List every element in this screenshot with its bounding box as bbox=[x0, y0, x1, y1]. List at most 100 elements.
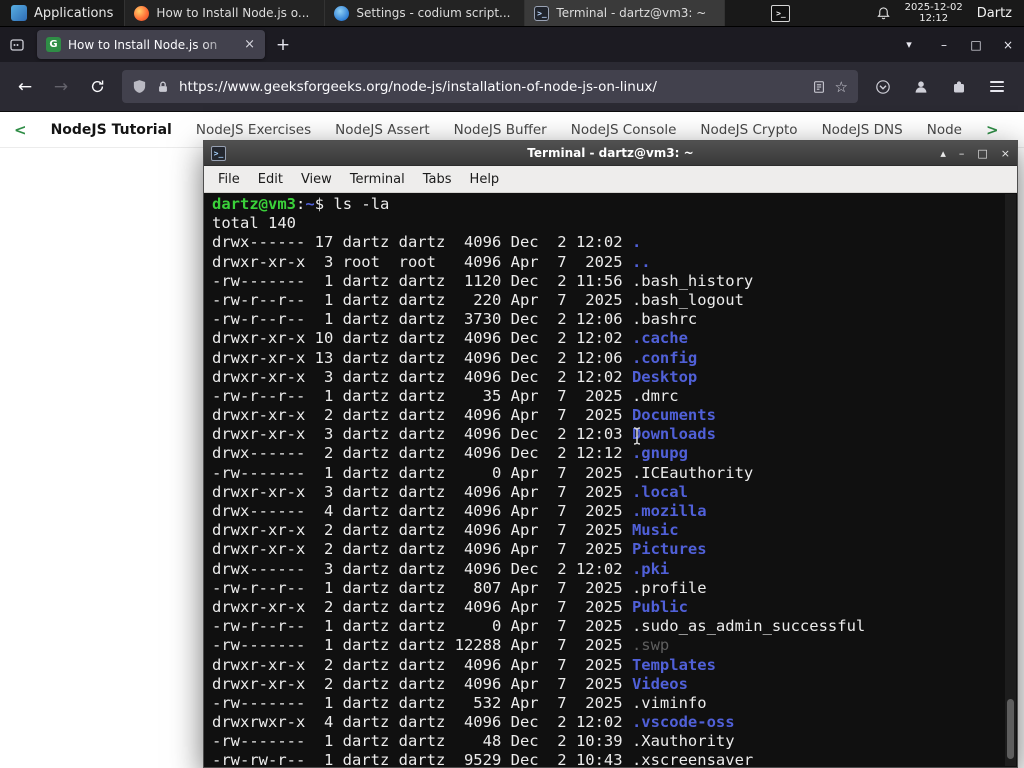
pocket-icon[interactable] bbox=[866, 70, 900, 104]
site-nav-active-item[interactable]: NodeJS Tutorial bbox=[51, 122, 172, 138]
terminal-line: drwxr-xr-x 2 dartz dartz 4096 Apr 7 2025… bbox=[212, 597, 688, 616]
system-tray: >_ bbox=[771, 0, 791, 26]
site-nav-item[interactable]: NodeJS Exercises bbox=[196, 122, 311, 138]
extensions-icon[interactable] bbox=[942, 70, 976, 104]
terminal-line: -rw------- 1 dartz dartz 48 Dec 2 10:39 … bbox=[212, 732, 735, 751]
directory-name: Videos bbox=[631, 674, 688, 693]
directory-name: . bbox=[631, 233, 642, 252]
terminal-line: -rw-r--r-- 1 dartz dartz 807 Apr 7 2025 … bbox=[212, 578, 707, 597]
terminal-title: Terminal - dartz@vm3: ~ bbox=[527, 146, 694, 160]
terminal-window: >_ Terminal - dartz@vm3: ~ ▴ – □ × File E… bbox=[203, 140, 1018, 768]
applications-label: Applications bbox=[34, 5, 114, 21]
applications-icon bbox=[11, 5, 27, 21]
terminal-menu-help[interactable]: Help bbox=[461, 172, 509, 187]
terminal-line: drwxr-xr-x 2 dartz dartz 4096 Apr 7 2025… bbox=[212, 674, 688, 693]
url-text[interactable]: https://www.geeksforgeeks.org/node-js/in… bbox=[179, 79, 803, 95]
nav-scroll-right-icon[interactable]: > bbox=[986, 121, 999, 139]
directory-name: Pictures bbox=[631, 540, 707, 559]
terminal-line: drwxr-xr-x 3 root root 4096 Apr 7 2025 .… bbox=[212, 252, 651, 271]
terminal-line: -rw------- 1 dartz dartz 1120 Dec 2 11:5… bbox=[212, 271, 754, 290]
codium-icon bbox=[334, 5, 350, 21]
browser-tab[interactable]: G How to Install Node.js on × bbox=[37, 30, 265, 59]
terminal-menu-view[interactable]: View bbox=[292, 172, 341, 187]
site-nav-item[interactable]: NodeJS Console bbox=[571, 122, 677, 138]
lock-icon[interactable] bbox=[156, 80, 170, 94]
terminal-line: -rw------- 1 dartz dartz 532 Apr 7 2025 … bbox=[212, 693, 707, 712]
terminal-line: drwx------ 2 dartz dartz 4096 Dec 2 12:1… bbox=[212, 444, 688, 463]
terminal-line: drwxr-xr-x 2 dartz dartz 4096 Apr 7 2025… bbox=[212, 406, 716, 425]
site-nav-item[interactable]: Node bbox=[927, 122, 962, 138]
new-tab-button[interactable]: + bbox=[268, 30, 298, 59]
tab-close-icon[interactable]: × bbox=[243, 37, 256, 52]
terminal-menu-terminal[interactable]: Terminal bbox=[341, 172, 414, 187]
terminal-shade-button[interactable]: ▴ bbox=[940, 147, 946, 160]
taskbar-window-button[interactable]: Settings - codium script... bbox=[325, 0, 526, 26]
list-all-tabs-icon[interactable]: ▾ bbox=[890, 27, 928, 62]
reload-button[interactable] bbox=[80, 70, 114, 104]
terminal-line: -rw-rw-r-- 1 dartz dartz 9529 Dec 2 10:4… bbox=[212, 751, 1001, 767]
taskbar-window-button[interactable]: How to Install Node.js o... bbox=[125, 0, 326, 26]
notifications-bell-icon[interactable] bbox=[876, 6, 891, 21]
terminal-scrollbar[interactable] bbox=[1005, 194, 1016, 766]
directory-name: .config bbox=[631, 348, 698, 367]
tab-title: How to Install Node.js on bbox=[68, 37, 218, 52]
applications-menu[interactable]: Applications bbox=[0, 0, 126, 26]
terminal-menu-file[interactable]: File bbox=[209, 172, 249, 187]
file-name: .dmrc bbox=[631, 386, 679, 405]
back-button[interactable]: ← bbox=[8, 70, 42, 104]
directory-name: .local bbox=[631, 482, 688, 501]
terminal-maximize-button[interactable]: □ bbox=[977, 147, 987, 160]
user-menu[interactable]: Dartz bbox=[977, 6, 1014, 21]
terminal-line: drwxr-xr-x 3 dartz dartz 4096 Dec 2 12:0… bbox=[212, 367, 698, 386]
tray-terminal-icon[interactable]: >_ bbox=[771, 4, 791, 22]
terminal-titlebar[interactable]: >_ Terminal - dartz@vm3: ~ ▴ – □ × bbox=[204, 141, 1017, 166]
browser-close-button[interactable]: × bbox=[992, 27, 1024, 62]
directory-name: Music bbox=[631, 521, 679, 540]
taskbar-right: 2025-12-02 12:12 Dartz bbox=[876, 0, 1024, 26]
directory-name: Public bbox=[631, 597, 688, 616]
bookmark-star-icon[interactable]: ☆ bbox=[835, 78, 848, 96]
terminal-line: drwxr-xr-x 2 dartz dartz 4096 Apr 7 2025… bbox=[212, 521, 679, 540]
browser-maximize-button[interactable]: □ bbox=[960, 27, 992, 62]
terminal-total-line: total 140 bbox=[212, 214, 296, 233]
account-icon[interactable] bbox=[904, 70, 938, 104]
directory-name: .mozilla bbox=[631, 502, 707, 520]
file-name: .xscreensaver bbox=[631, 751, 754, 767]
terminal-minimize-button[interactable]: – bbox=[959, 147, 965, 160]
terminal-scrollbar-thumb[interactable] bbox=[1007, 699, 1014, 759]
terminal-line: drwx------ 3 dartz dartz 4096 Dec 2 12:0… bbox=[212, 559, 670, 578]
toolbar-right-icons bbox=[866, 70, 1016, 104]
file-name: .bashrc bbox=[631, 310, 698, 329]
nav-scroll-left-icon[interactable]: < bbox=[14, 121, 27, 139]
tab-favicon: G bbox=[46, 37, 61, 52]
site-nav-item[interactable]: NodeJS Assert bbox=[335, 122, 430, 138]
clock[interactable]: 2025-12-02 12:12 bbox=[905, 2, 963, 24]
terminal-menu-tabs[interactable]: Tabs bbox=[414, 172, 461, 187]
terminal-line: drwxr-xr-x 3 dartz dartz 4096 Apr 7 2025… bbox=[212, 482, 688, 501]
directory-name: .gnupg bbox=[631, 444, 688, 463]
terminal-line: drwxr-xr-x 3 dartz dartz 4096 Dec 2 12:0… bbox=[212, 425, 716, 444]
terminal-output[interactable]: dartz@vm3:~$ ls -la total 140 drwx------… bbox=[204, 193, 1017, 767]
taskbar: Applications How to Install Node.js o...… bbox=[0, 0, 1024, 27]
site-nav-item[interactable]: NodeJS Crypto bbox=[700, 122, 797, 138]
taskbar-window-label: Settings - codium script... bbox=[356, 6, 511, 20]
browser-minimize-button[interactable]: – bbox=[928, 27, 960, 62]
shield-icon[interactable] bbox=[132, 79, 147, 94]
terminal-line: drwxr-xr-x 10 dartz dartz 4096 Dec 2 12:… bbox=[212, 329, 688, 348]
file-name: .profile bbox=[631, 578, 707, 597]
file-name: .ICEauthority bbox=[631, 463, 754, 482]
directory-name: Downloads bbox=[631, 425, 716, 444]
taskbar-window-button[interactable]: >_ Terminal - dartz@vm3: ~ bbox=[525, 0, 726, 26]
terminal-line: drwxrwxr-x 4 dartz dartz 4096 Dec 2 12:0… bbox=[212, 713, 735, 732]
site-nav-item[interactable]: NodeJS Buffer bbox=[454, 122, 547, 138]
firefox-view-icon[interactable] bbox=[0, 27, 34, 62]
reader-view-icon[interactable] bbox=[812, 80, 826, 94]
file-name: .bash_logout bbox=[631, 290, 744, 309]
terminal-menu-edit[interactable]: Edit bbox=[249, 172, 292, 187]
terminal-close-button[interactable]: × bbox=[1001, 147, 1010, 160]
menu-hamburger-icon[interactable] bbox=[980, 70, 1014, 104]
terminal-line: -rw-r--r-- 1 dartz dartz 35 Apr 7 2025 .… bbox=[212, 386, 679, 405]
site-nav-item[interactable]: NodeJS DNS bbox=[822, 122, 903, 138]
url-bar[interactable]: https://www.geeksforgeeks.org/node-js/in… bbox=[122, 70, 858, 103]
forward-button[interactable]: → bbox=[44, 70, 78, 104]
